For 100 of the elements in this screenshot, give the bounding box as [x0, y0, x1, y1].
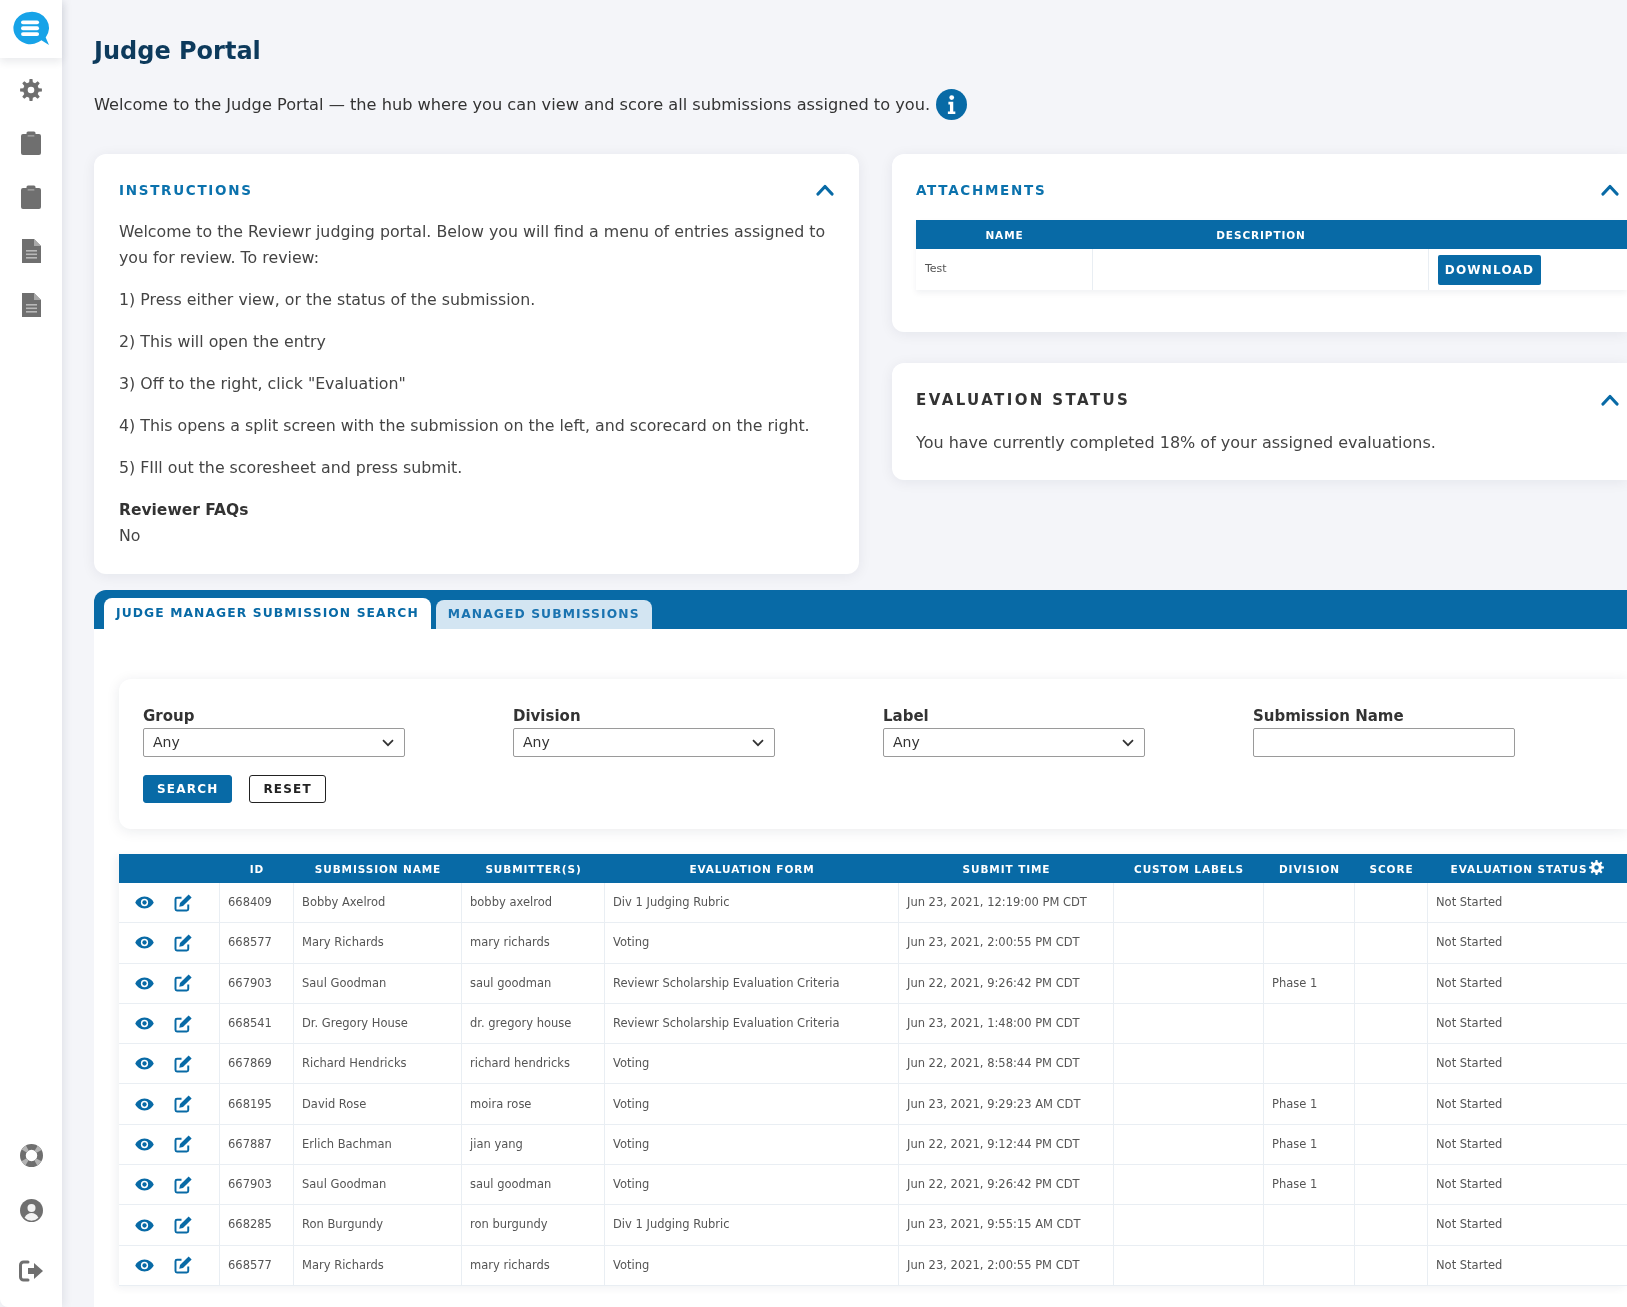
field-label: Label [883, 706, 930, 726]
dropdown-field[interactable]: Any [883, 728, 1145, 757]
chat-bubble-icon[interactable] [12, 11, 50, 47]
table-cell: Phase 1 [1264, 1165, 1355, 1205]
column-header: SUBMIT TIME [962, 863, 1051, 876]
field-label: Submission Name [1253, 706, 1405, 726]
table-cell: 668409 [220, 883, 294, 923]
pencil-square-icon[interactable] [174, 893, 192, 912]
table-cell: Jun 22, 2021, 9:26:42 PM CDT [899, 963, 1114, 1003]
table-cell: Voting [605, 1165, 899, 1205]
table-cell: mary richards [462, 1245, 605, 1285]
clipboard-icon[interactable] [21, 131, 41, 155]
card-title: INSTRUCTIONS [119, 181, 253, 200]
table-cell-text: Not Started [1435, 1135, 1504, 1153]
dropdown-field[interactable]: Any [143, 728, 405, 757]
pencil-square-icon[interactable] [174, 933, 192, 952]
pencil-square-icon[interactable] [174, 1216, 192, 1234]
eye-icon[interactable] [134, 1137, 154, 1151]
faq-heading: Reviewer FAQs [119, 500, 250, 521]
table-cell: richard hendricks [462, 1044, 605, 1084]
column-header: ID [249, 863, 265, 876]
column-header: NAME [985, 229, 1024, 242]
table-cell: Jun 22, 2021, 9:26:42 PM CDT [899, 1165, 1114, 1205]
eye-icon[interactable] [134, 1097, 154, 1111]
table-cell: Reviewr Scholarship Evaluation Criteria [605, 963, 899, 1003]
tab[interactable]: MANAGED SUBMISSIONS [435, 600, 652, 629]
faq-answer: No [119, 525, 142, 547]
chevron-up-icon[interactable] [1601, 394, 1619, 406]
column-header: EVALUATION FORM [689, 863, 815, 876]
table-cell: Jun 23, 2021, 1:48:00 PM CDT [899, 1003, 1114, 1044]
table-cell-text: Not Started [1435, 1014, 1504, 1032]
table-cell: David Rose [294, 1084, 462, 1124]
table-cell: Div 1 Judging Rubric [605, 883, 899, 923]
eye-icon[interactable] [134, 1017, 154, 1031]
text-field[interactable] [1253, 728, 1515, 757]
pencil-square-icon[interactable] [174, 1175, 192, 1194]
lifebuoy-icon[interactable] [19, 1144, 43, 1167]
settings-icon[interactable] [20, 79, 42, 101]
table-cell: Div 1 Judging Rubric [605, 1205, 899, 1245]
page-title: Judge Portal [94, 36, 262, 67]
eye-icon[interactable] [134, 1258, 154, 1272]
table-cell: Phase 1 [1264, 1084, 1355, 1124]
table-cell: Richard Hendricks [294, 1044, 462, 1084]
table-cell: dr. gregory house [462, 1003, 605, 1044]
eye-icon[interactable] [134, 976, 154, 990]
pencil-square-icon[interactable] [174, 1054, 192, 1073]
instruction-text: 4) This opens a split screen with the submission on the left, and scorecard on the right. [119, 415, 811, 437]
document-icon[interactable] [21, 239, 41, 263]
table-cell: 667869 [220, 1044, 294, 1084]
table-cell: Erlich Bachman [294, 1124, 462, 1165]
table-cell: Test [916, 249, 1093, 290]
instruction-text: 5) FIll out the scoresheet and press submit. [119, 457, 464, 479]
table-cell: Mary Richards [294, 923, 462, 963]
search-button[interactable]: SEARCH [143, 775, 233, 803]
column-header: EVALUATION STATUS [1450, 863, 1588, 876]
user-icon[interactable] [19, 1199, 43, 1222]
table-cell: Jun 22, 2021, 9:12:44 PM CDT [899, 1124, 1114, 1165]
eye-icon[interactable] [134, 936, 154, 950]
table-cell: 667903 [220, 963, 294, 1003]
settings-icon[interactable] [1589, 860, 1605, 876]
eye-icon[interactable] [134, 896, 154, 910]
pencil-square-icon[interactable] [174, 1095, 192, 1114]
table-cell-text: Not Started [1435, 1256, 1504, 1274]
eye-icon[interactable] [134, 1218, 154, 1232]
pencil-square-icon[interactable] [174, 1014, 192, 1033]
table-cell: 668541 [220, 1003, 294, 1044]
table-cell: Ron Burgundy [294, 1205, 462, 1245]
dropdown-field[interactable]: Any [513, 728, 775, 757]
table-cell: ron burgundy [462, 1205, 605, 1245]
table-cell: Jun 23, 2021, 12:19:00 PM CDT [899, 883, 1114, 923]
eye-icon[interactable] [134, 1178, 154, 1192]
column-header: DIVISION [1278, 863, 1340, 876]
chevron-down-icon [1122, 738, 1134, 747]
table-cell: bobby axelrod [462, 883, 605, 923]
card-title: ATTACHMENTS [916, 181, 1047, 200]
table-cell: Voting [605, 1084, 899, 1124]
column-header: SUBMISSION NAME [314, 863, 442, 876]
info-icon[interactable] [936, 89, 968, 120]
chevron-down-icon [752, 738, 764, 747]
reset-button[interactable]: RESET [249, 775, 326, 803]
exit-arrow-icon[interactable] [19, 1260, 43, 1282]
chevron-up-icon[interactable] [816, 184, 834, 196]
table-cell-text: Not Started [1435, 934, 1504, 952]
download-button[interactable]: DOWNLOAD [1438, 254, 1541, 285]
instruction-text: 3) Off to the right, click "Evaluation" [119, 373, 407, 395]
pencil-square-icon[interactable] [174, 974, 192, 993]
table-cell-text: Not Started [1435, 1216, 1504, 1234]
table-cell: saul goodman [462, 963, 605, 1003]
pencil-square-icon[interactable] [174, 1256, 192, 1275]
clipboard-icon[interactable] [21, 185, 41, 209]
tab[interactable]: JUDGE MANAGER SUBMISSION SEARCH [104, 598, 431, 629]
table-cell: 668577 [220, 923, 294, 963]
chevron-up-icon[interactable] [1601, 184, 1619, 196]
field-label: Division [513, 706, 582, 726]
table-cell-text: Not Started [1435, 894, 1504, 911]
pencil-square-icon[interactable] [174, 1135, 192, 1154]
document-icon[interactable] [21, 293, 41, 317]
eye-icon[interactable] [134, 1057, 154, 1071]
instruction-text: Welcome to the Reviewr judging portal. Below you will find a menu of entries assigned to you for review. To review: [119, 221, 827, 269]
table-cell: Jun 23, 2021, 9:55:15 AM CDT [899, 1205, 1114, 1245]
